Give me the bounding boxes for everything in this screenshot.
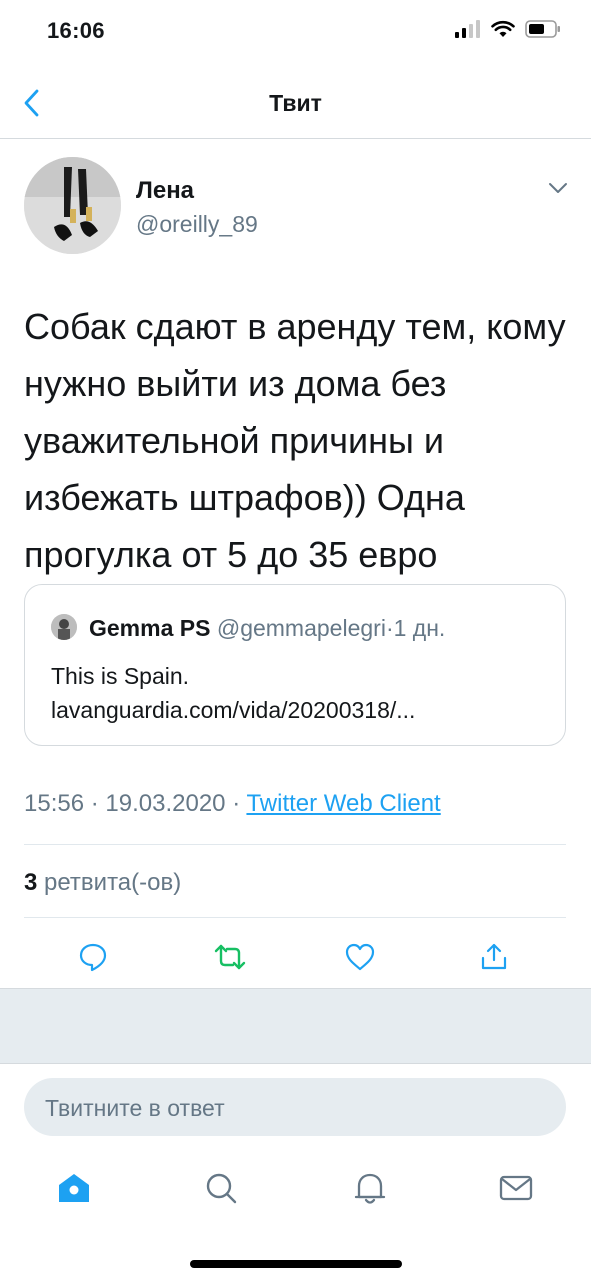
reply-icon: [79, 943, 107, 972]
quoted-tweet[interactable]: Gemma PS @gemmapelegri·1 дн. This is Spa…: [24, 584, 566, 746]
retweet-count: 3: [24, 869, 38, 896]
share-button[interactable]: [476, 939, 512, 975]
tweet-header: Лена @oreilly_89: [24, 157, 574, 257]
author-handle[interactable]: @oreilly_89: [136, 211, 258, 238]
status-time: 16:06: [47, 18, 105, 43]
like-icon: [345, 943, 375, 971]
status-bar: 16:06: [0, 0, 591, 64]
avatar[interactable]: [24, 157, 121, 254]
share-icon: [481, 943, 507, 970]
home-indicator: [190, 1260, 402, 1268]
tab-notifications[interactable]: [350, 1168, 390, 1208]
chevron-down-icon: [549, 183, 567, 193]
source-link[interactable]: Twitter Web Client: [246, 790, 440, 817]
messages-icon: [499, 1175, 533, 1201]
retweet-label: ретвита(-ов): [44, 869, 182, 896]
quote-time: 1 дн.: [393, 615, 446, 641]
tab-home[interactable]: [54, 1168, 94, 1208]
quote-header: Gemma PS @gemmapelegri·1 дн.: [89, 615, 445, 642]
tweet-actions: [0, 933, 591, 983]
reply-placeholder: Твитните в ответ: [45, 1095, 225, 1121]
like-button[interactable]: [342, 939, 378, 975]
tweet-text: Собак сдают в аренду тем, кому нужно вый…: [24, 306, 566, 575]
tweet-meta: 15:56 · 19.03.2020 · Twitter Web Client: [24, 790, 441, 818]
avatar-image: [24, 157, 121, 254]
reply-input[interactable]: Твитните в ответ: [24, 1078, 566, 1136]
replies-area: [0, 988, 591, 1064]
status-icons: [455, 20, 561, 38]
divider: [24, 917, 566, 918]
notifications-icon: [354, 1173, 386, 1204]
quote-avatar: [51, 614, 77, 640]
tab-search[interactable]: [201, 1168, 241, 1208]
retweet-stats[interactable]: 3 ретвита(-ов): [24, 869, 181, 897]
wifi-icon: [491, 20, 515, 37]
retweet-icon: [214, 944, 246, 970]
reply-button[interactable]: [75, 939, 111, 975]
more-options-button[interactable]: [546, 179, 570, 197]
author-name[interactable]: Лена: [136, 177, 194, 205]
search-icon: [206, 1173, 237, 1204]
tweet-date: 19.03.2020: [105, 790, 226, 817]
quote-author-name: Gemma PS: [89, 615, 211, 641]
divider: [24, 844, 566, 845]
battery-icon: [525, 20, 560, 38]
tab-messages[interactable]: [496, 1168, 536, 1208]
meta-dot: ·: [90, 790, 99, 817]
quote-text: This is Spain. lavanguardia.com/vida/202…: [51, 663, 416, 723]
home-icon: [59, 1174, 89, 1202]
tab-bar: [0, 1150, 591, 1230]
nav-bar: Твит: [0, 64, 591, 139]
retweet-button[interactable]: [212, 939, 248, 975]
signal-icon: [455, 20, 480, 38]
page-title: Твит: [269, 90, 322, 116]
quote-separator: ·: [385, 615, 394, 641]
quote-author-handle: @gemmapelegri: [216, 615, 386, 641]
tweet-time: 15:56: [24, 790, 85, 817]
meta-dot: ·: [232, 790, 241, 817]
